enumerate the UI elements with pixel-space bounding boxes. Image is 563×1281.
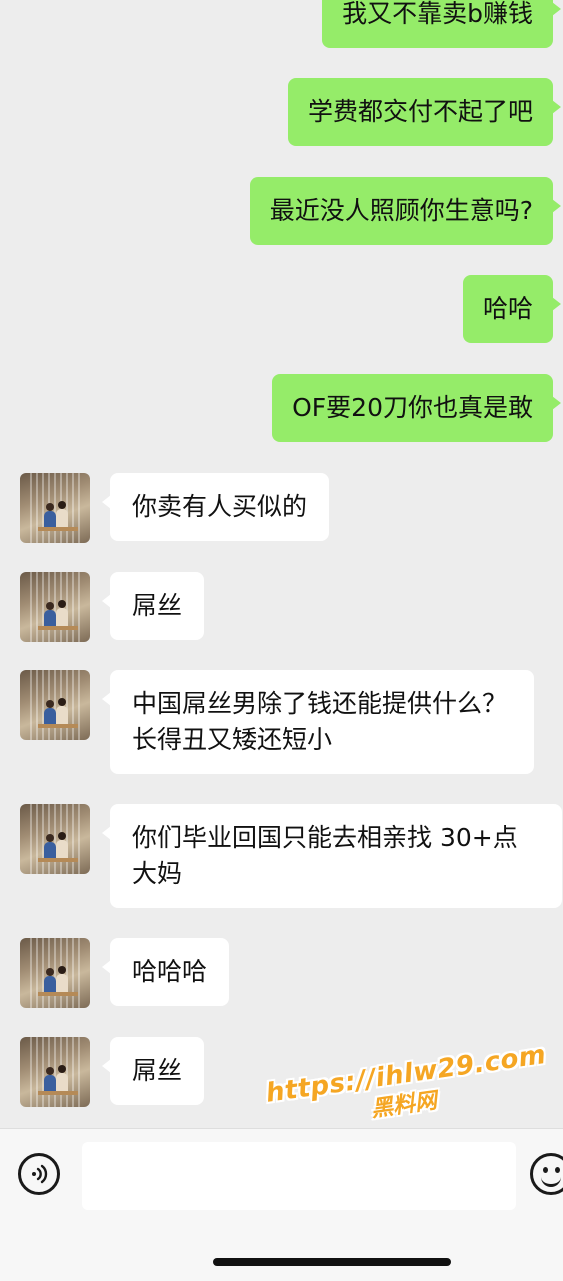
message-text: OF要20刀你也真是敢	[292, 393, 533, 422]
message-input[interactable]	[82, 1142, 516, 1210]
message-text: 屌丝	[132, 591, 183, 620]
message-bubble[interactable]: 你卖有人买似的	[101, 473, 330, 541]
message-text: 屌丝	[132, 1056, 183, 1085]
home-indicator[interactable]	[213, 1258, 451, 1266]
message-bubble[interactable]: 屌丝	[101, 1037, 205, 1105]
contact-avatar[interactable]	[20, 670, 90, 740]
contact-avatar[interactable]	[20, 938, 90, 1008]
chat-history[interactable]: 我又不靠卖b赚钱 学费都交付不起了吧 最近没人照顾你生意吗? 哈哈 OF要20刀…	[0, 0, 563, 1128]
sent-message[interactable]: 最近没人照顾你生意吗?	[249, 177, 562, 245]
contact-avatar[interactable]	[20, 1037, 90, 1107]
message-bubble[interactable]: 中国屌丝男除了钱还能提供什么？长得丑又矮还短小	[102, 670, 534, 774]
sent-message[interactable]: 哈哈	[462, 275, 562, 343]
input-bar	[0, 1128, 563, 1281]
message-bubble[interactable]: 你们毕业回国只能去相亲找 30+点大妈	[102, 804, 562, 908]
contact-avatar[interactable]	[20, 473, 90, 543]
message-text: 你们毕业回国只能去相亲找 30+点大妈	[132, 823, 518, 888]
message-bubble[interactable]: 屌丝	[101, 572, 205, 640]
sent-message[interactable]: 我又不靠卖b赚钱	[322, 0, 561, 48]
sent-message[interactable]: 学费都交付不起了吧	[287, 78, 562, 146]
contact-avatar[interactable]	[20, 572, 90, 642]
message-text: 哈哈	[482, 294, 533, 323]
emoji-icon[interactable]	[530, 1153, 563, 1195]
sent-message[interactable]: OF要20刀你也真是敢	[272, 374, 561, 442]
message-text: 学费都交付不起了吧	[307, 97, 533, 126]
message-text: 哈哈哈	[132, 957, 208, 986]
message-text: 中国屌丝男除了钱还能提供什么？长得丑又矮还短小	[132, 689, 508, 754]
message-text: 最近没人照顾你生意吗?	[269, 196, 533, 225]
voice-icon[interactable]	[18, 1153, 60, 1195]
message-text: 我又不靠卖b赚钱	[342, 0, 533, 28]
message-text: 你卖有人买似的	[132, 492, 308, 521]
contact-avatar[interactable]	[20, 804, 90, 874]
message-bubble[interactable]: 哈哈哈	[101, 938, 230, 1006]
